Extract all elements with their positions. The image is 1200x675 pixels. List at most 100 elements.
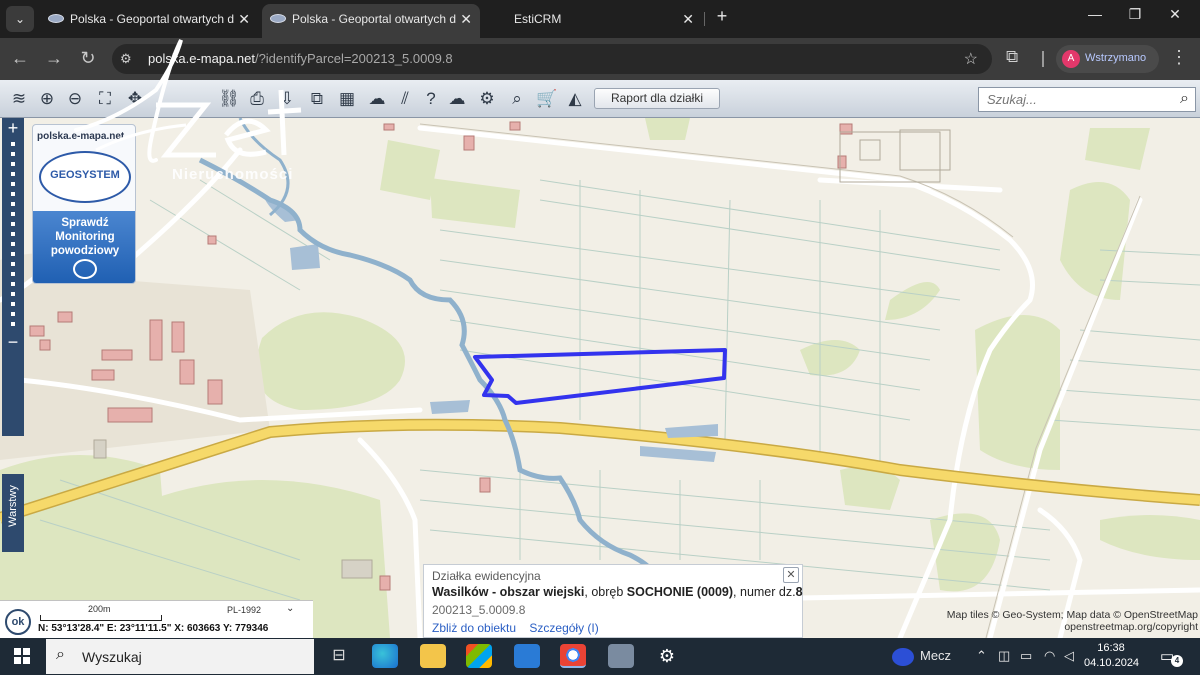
parcel-info-popup: Działka ewidencyjna Wasilków - obszar wi… [423, 564, 803, 638]
clock-date: 04.10.2024 [1084, 657, 1140, 669]
tab-close-icon[interactable]: ✕ [682, 4, 694, 34]
map-favicon-icon [48, 14, 64, 23]
parcel-report-button[interactable]: Raport dla działki [594, 88, 720, 109]
taskbar-search-text: Wyszukaj [82, 649, 142, 665]
toolbar-divider [1042, 51, 1044, 67]
store-icon[interactable] [466, 644, 492, 668]
task-view-icon[interactable]: ⊟ [326, 644, 352, 668]
flood-line-2: Monitoring [55, 231, 115, 243]
system-clock[interactable]: 16:38 04.10.2024 [1084, 641, 1140, 671]
edge-icon[interactable] [372, 644, 398, 668]
crs-selector[interactable]: PL-1992 [227, 605, 261, 615]
search-icon[interactable]: ⌕ [1180, 90, 1189, 108]
settings-gear-icon[interactable]: ⚙ [654, 644, 680, 668]
parcel-obreb: SOCHONIE (0009) [626, 585, 734, 599]
parcel-number: 8 [795, 585, 803, 599]
zoom-minus-icon[interactable]: − [2, 332, 24, 352]
search-map-icon[interactable]: ⌕ [506, 88, 528, 110]
shape-icon[interactable]: ☁ [366, 88, 388, 110]
tab-esticrm[interactable]: EstiCRM ✕ [484, 4, 702, 38]
sports-widget-icon[interactable] [892, 648, 914, 666]
new-tab-button[interactable]: + [711, 6, 733, 27]
layers-tab-label: Warstwy [7, 485, 19, 527]
grid-layout-icon[interactable]: ▦ [336, 88, 358, 110]
flood-line-1: Sprawdź [61, 217, 109, 229]
tab-divider [704, 12, 705, 26]
paint-icon[interactable] [608, 644, 634, 668]
tab-search-button[interactable]: ⌄ [6, 6, 34, 32]
chrome-icon[interactable] [560, 644, 586, 668]
windows-start-icon[interactable] [14, 648, 30, 664]
chevron-down-icon[interactable]: ⌄ [286, 603, 294, 614]
tab-close-icon[interactable]: ✕ [460, 4, 472, 34]
sports-widget-label[interactable]: Mecz [920, 648, 951, 663]
back-arrow-icon[interactable]: ← [8, 48, 32, 69]
attribution-line-1: Map tiles © Geo-System; Map data © OpenS… [946, 609, 1198, 621]
taskbar-search[interactable]: ⌕ Wyszukaj [46, 639, 314, 674]
mail-icon[interactable] [514, 644, 540, 668]
notifications-icon[interactable]: ▭ 4 [1160, 647, 1183, 667]
battery-icon[interactable]: ▭ [1020, 648, 1032, 664]
details-link[interactable]: Szczegóły (I) [529, 621, 598, 635]
bookmark-star-icon[interactable]: ☆ [964, 49, 978, 69]
cursor-coordinates: N: 53°13'28.4" E: 23°11'11.5" X: 603663 … [38, 623, 269, 634]
avatar: A [1062, 50, 1080, 68]
file-explorer-icon[interactable] [420, 644, 446, 668]
hatch-icon[interactable]: ⫽ [394, 88, 416, 110]
scale-coordinates-bar: ok 200m PL-1992 ⌄ N: 53°13'28.4" E: 23°1… [0, 600, 313, 638]
popup-close-icon[interactable]: ✕ [783, 567, 799, 583]
attribution-copyright-link[interactable]: openstreetmap.org/copyright [930, 621, 1198, 633]
clock-time: 16:38 [1097, 642, 1125, 654]
map-drawing [0, 118, 1200, 638]
cart-icon[interactable]: 🛒 [536, 88, 558, 110]
parcel-place: Wasilków - obszar wiejski [432, 585, 585, 599]
settings-icon[interactable]: ⚙ [476, 88, 498, 110]
popup-links: Zbliż do obiektu Szczegóły (I) [432, 621, 609, 635]
map-canvas[interactable] [0, 118, 1200, 638]
popup-parcel-description: Wasilków - obszar wiejski, obręb SOCHONI… [432, 585, 803, 599]
map-search-box[interactable]: ⌕ [978, 87, 1196, 112]
flood-line-3: powodziowy [50, 245, 120, 257]
zoom-to-object-link[interactable]: Zbliż do obiektu [432, 621, 516, 635]
minimize-button[interactable]: — [1080, 6, 1110, 22]
map-attribution: Map tiles © Geo-System; Map data © OpenS… [930, 609, 1198, 633]
restore-button[interactable]: ❐ [1120, 6, 1150, 23]
numer-prefix: , numer dz. [733, 585, 796, 599]
cloud-upload-icon[interactable]: ☁ [446, 88, 468, 110]
ok-button[interactable]: ok [5, 609, 31, 635]
zoom-levels[interactable] [11, 142, 15, 330]
magnifier-icon [73, 259, 97, 279]
parcel-code: 200213_5.0009.8 [432, 603, 526, 617]
notification-count: 4 [1171, 655, 1183, 667]
profile-status-label: Wstrzymano [1085, 52, 1147, 64]
map-search-input[interactable] [987, 92, 1172, 107]
browser-menu-icon[interactable]: ⋮ [1170, 47, 1188, 68]
wifi-icon[interactable]: ◠ [1044, 648, 1055, 664]
popup-header: Działka ewidencyjna [432, 569, 541, 583]
chevron-up-icon[interactable]: ⌃ [976, 648, 987, 664]
map-favicon-icon [270, 14, 286, 23]
settlement-area [0, 253, 270, 460]
zoom-in-icon[interactable]: ⊕ [36, 88, 58, 110]
flood-monitoring-button[interactable]: Sprawdź Monitoring powodziowy [33, 211, 135, 283]
tab-title: EstiCRM [514, 12, 562, 26]
zoom-slider[interactable]: + − Warstwy [2, 118, 24, 552]
screen: ⌄ Polska - Geoportal otwartych d ✕ Polsk… [0, 0, 1200, 675]
tab-title: Polska - Geoportal otwartych d [292, 12, 457, 26]
windows-taskbar: ⌕ Wyszukaj ⊟ ⚙ Mecz ⌃ ◫ ▭ ◠ ◁ 16:38 04.1… [0, 638, 1200, 675]
zoom-plus-icon[interactable]: + [2, 118, 24, 138]
layers-panel-tab[interactable]: Warstwy [2, 474, 24, 552]
close-window-button[interactable]: ✕ [1160, 6, 1190, 23]
selected-parcel-outline [473, 348, 727, 405]
help-icon[interactable]: ? [420, 88, 442, 110]
meet-icon[interactable]: ◫ [998, 648, 1010, 664]
extensions-icon[interactable]: ⧉ [1006, 47, 1018, 67]
obreb-prefix: , obręb [584, 585, 627, 599]
layers-icon[interactable]: ≋ [8, 88, 30, 110]
scale-bar [40, 615, 162, 621]
measure-icon[interactable]: ◭ [564, 88, 586, 110]
watermark-subtitle: Nieruchomości [172, 166, 294, 183]
profile-button[interactable]: A Wstrzymano [1056, 45, 1159, 73]
volume-icon[interactable]: ◁ [1064, 648, 1074, 664]
scale-label: 200m [88, 604, 111, 614]
